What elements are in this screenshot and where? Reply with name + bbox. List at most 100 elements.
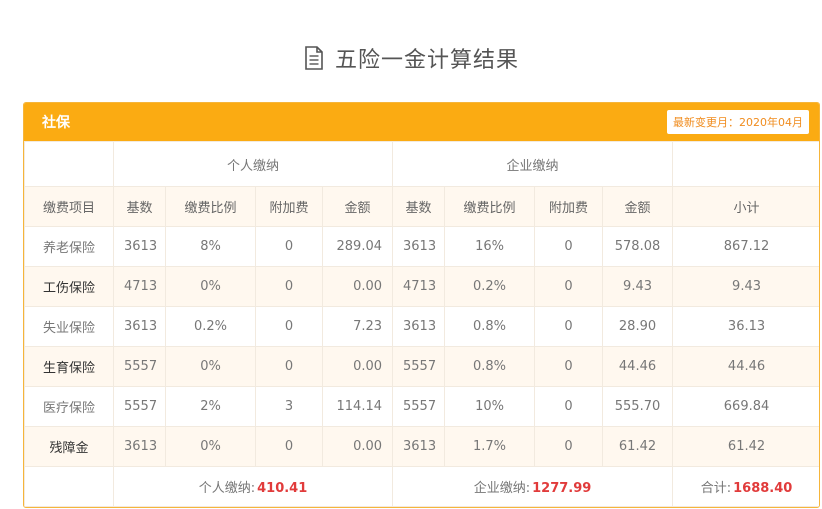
column-header: 金额	[602, 186, 674, 227]
grand-total-label: 合计:	[700, 481, 732, 496]
item-name-cell: 工伤保险	[24, 266, 114, 307]
table-cell: 28.90	[602, 306, 674, 347]
page-title: 五险一金计算结果	[334, 48, 519, 73]
table-cell: 8%	[165, 226, 256, 267]
table-cell: 0.2%	[444, 266, 536, 307]
table-cell: 3613	[113, 426, 166, 467]
table-row: 医疗保险 5557 2% 3 114.14 5557 10% 0 555.70 669.84	[24, 386, 819, 427]
table-cell: 3613	[113, 226, 166, 267]
table-cell: 9.43	[602, 266, 674, 307]
table-cell: 0	[255, 306, 323, 347]
document-icon	[303, 46, 325, 70]
table-cell: 61.42	[602, 426, 674, 467]
table-cell: 36.13	[672, 306, 819, 347]
table-row: 养老保险 3613 8% 0 289.04 3613 16% 0 578.08 867.12	[24, 226, 819, 267]
table-cell: 10%	[444, 386, 536, 427]
grand-total: 合计: 1688.40	[672, 466, 819, 507]
table-cell: 4713	[392, 266, 446, 307]
table-cell: 578.08	[602, 226, 674, 267]
page-header: 五险一金计算结果	[0, 38, 822, 78]
personal-total-value: 410.41	[257, 481, 308, 496]
column-header-row: 缴费项目 基数 缴费比例 附加费 金额 基数 缴费比例 附加费 金额 小计	[24, 186, 819, 227]
personal-total: 个人缴纳: 410.41	[112, 466, 394, 507]
table-row: 失业保险 3613 0.2% 0 7.23 3613 0.8% 0 28.90 36.13	[24, 306, 819, 347]
table-cell: 289.04	[321, 226, 394, 267]
item-name-cell: 残障金	[24, 426, 114, 467]
table-cell: 114.14	[321, 386, 394, 427]
table-cell: 44.46	[672, 346, 819, 387]
item-name-cell: 养老保险	[24, 226, 114, 267]
table-cell: 0%	[165, 426, 256, 467]
column-header: 缴费比例	[165, 186, 256, 227]
table-cell: 3613	[392, 426, 446, 467]
table-cell: 5557	[113, 346, 166, 387]
table-cell: 3	[255, 386, 323, 427]
table-cell: 7.23	[321, 306, 394, 347]
table-cell: 16%	[444, 226, 536, 267]
table-cell: 867.12	[672, 226, 819, 267]
table-cell: 0.00	[321, 266, 394, 307]
item-name-cell: 失业保险	[24, 306, 114, 347]
table-cell: 0%	[165, 346, 256, 387]
table-cell: 3613	[113, 306, 166, 347]
column-header: 缴费项目	[24, 186, 114, 227]
group-header-blank	[24, 141, 114, 187]
table-row: 工伤保险 4713 0% 0 0.00 4713 0.2% 0 9.43 9.43	[24, 266, 819, 307]
group-header-row: 个人缴纳 企业缴纳	[24, 141, 819, 187]
table-cell: 0.00	[321, 426, 394, 467]
group-header-company: 企业缴纳	[392, 141, 674, 187]
company-total-value: 1277.99	[532, 481, 592, 496]
item-name-cell: 生育保险	[24, 346, 114, 387]
social-insurance-panel: 社保 最新变更月：2020年04月 个人缴纳 企业缴纳 缴费项目 基数 缴费比例…	[23, 102, 820, 508]
column-header: 小计	[672, 186, 819, 227]
table-cell: 0	[534, 426, 604, 467]
table-cell: 5557	[392, 346, 446, 387]
table-cell: 2%	[165, 386, 256, 427]
table-body: 个人缴纳 企业缴纳 缴费项目 基数 缴费比例 附加费 金额 基数 缴费比例 附加…	[24, 141, 819, 507]
table-cell: 0	[534, 226, 604, 267]
column-header: 附加费	[534, 186, 604, 227]
panel-title: 社保	[42, 115, 70, 131]
table-row: 生育保险 5557 0% 0 0.00 5557 0.8% 0 44.46 44.46	[24, 346, 819, 387]
table-cell: 5557	[392, 386, 446, 427]
result-table: 个人缴纳 企业缴纳 缴费项目 基数 缴费比例 附加费 金额 基数 缴费比例 附加…	[24, 141, 819, 507]
company-total: 企业缴纳: 1277.99	[392, 466, 674, 507]
totals-row: 个人缴纳: 410.41 企业缴纳: 1277.99 合计: 1688.40	[24, 466, 819, 507]
table-cell: 0	[255, 266, 323, 307]
table-cell: 0.2%	[165, 306, 256, 347]
company-total-label: 企业缴纳:	[473, 481, 531, 496]
column-header: 金额	[321, 186, 394, 227]
table-cell: 0%	[165, 266, 256, 307]
table-cell: 3613	[392, 306, 446, 347]
table-row: 残障金 3613 0% 0 0.00 3613 1.7% 0 61.42 61.42	[24, 426, 819, 467]
totals-blank	[24, 466, 114, 507]
table-cell: 0.8%	[444, 346, 536, 387]
column-header: 基数	[113, 186, 166, 227]
table-cell: 0	[534, 266, 604, 307]
table-cell: 1.7%	[444, 426, 536, 467]
table-cell: 0.00	[321, 346, 394, 387]
table-cell: 0.8%	[444, 306, 536, 347]
table-cell: 0	[534, 346, 604, 387]
table-cell: 0	[255, 226, 323, 267]
table-cell: 9.43	[672, 266, 819, 307]
table-cell: 0	[255, 426, 323, 467]
table-cell: 669.84	[672, 386, 819, 427]
table-cell: 61.42	[672, 426, 819, 467]
table-cell: 44.46	[602, 346, 674, 387]
column-header: 附加费	[255, 186, 323, 227]
table-cell: 4713	[113, 266, 166, 307]
table-cell: 3613	[392, 226, 446, 267]
table-cell: 0	[534, 306, 604, 347]
column-header: 缴费比例	[444, 186, 536, 227]
group-header-blank	[672, 141, 819, 187]
table-cell: 0	[255, 346, 323, 387]
group-header-personal: 个人缴纳	[112, 141, 394, 187]
table-cell: 0	[534, 386, 604, 427]
item-name-cell: 医疗保险	[24, 386, 114, 427]
panel-header: 社保 最新变更月：2020年04月	[24, 103, 819, 141]
column-header: 基数	[392, 186, 446, 227]
update-month-badge: 最新变更月：2020年04月	[667, 110, 809, 134]
grand-total-value: 1688.40	[733, 481, 793, 496]
table-cell: 555.70	[602, 386, 674, 427]
